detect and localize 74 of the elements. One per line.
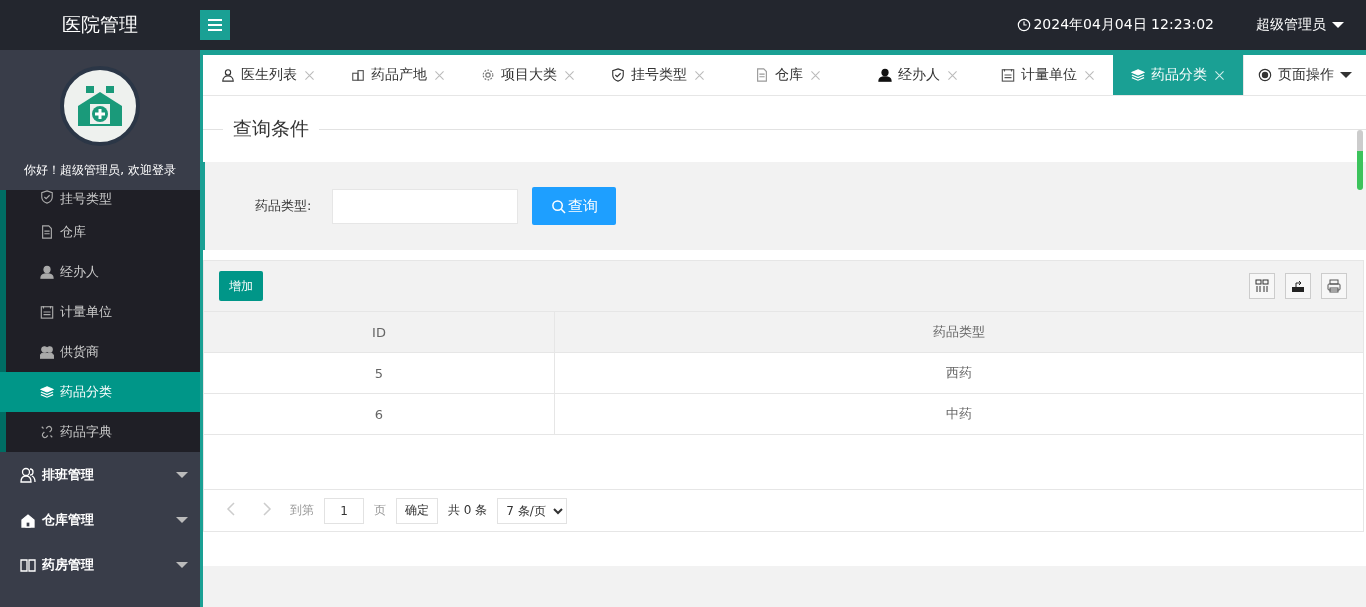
columns-button[interactable] <box>1249 273 1275 299</box>
user-menu[interactable]: 超级管理员 <box>1256 16 1344 34</box>
export-button[interactable] <box>1285 273 1311 299</box>
document-icon <box>754 68 769 82</box>
table-cell: 6 <box>204 393 555 435</box>
caret-icon <box>176 516 188 523</box>
radio-icon <box>1258 68 1272 82</box>
total-count: 共 0 条 <box>448 502 488 519</box>
chevron-right-icon <box>262 502 272 516</box>
sidebar-group[interactable]: 排班管理 <box>0 452 200 497</box>
input-field[interactable] <box>332 188 518 224</box>
caret-icon <box>176 471 188 478</box>
print-icon <box>1327 279 1341 293</box>
add-button[interactable]: 增加 <box>219 271 263 301</box>
menu-icon <box>208 19 222 31</box>
field-label: 药品类型: <box>255 197 313 215</box>
sidebar-item[interactable]: 经办人 <box>6 252 200 292</box>
date-time: 2024年04月04日 12:23:02 <box>1033 16 1214 34</box>
confirm-button[interactable]: 确定 <box>396 497 438 524</box>
close-icon <box>302 68 316 82</box>
close-icon <box>562 68 576 82</box>
person-icon <box>20 466 36 483</box>
document-icon <box>40 225 54 239</box>
person-icon <box>220 68 235 82</box>
shield-icon <box>610 68 625 82</box>
goto-label: 到第 <box>290 502 314 519</box>
column-header: 药品类型 <box>554 312 1363 353</box>
book-icon <box>20 556 36 573</box>
sidebar-item[interactable]: 供货商 <box>6 332 200 372</box>
sidebar-item[interactable]: 挂号类型 <box>6 190 200 212</box>
app-title: 医院管理 <box>61 12 139 37</box>
close-icon <box>692 68 706 82</box>
user-icon <box>40 265 54 279</box>
shield-icon <box>40 190 54 204</box>
print-button[interactable] <box>1321 273 1347 299</box>
broken-link-icon <box>40 425 54 439</box>
sidebar-group[interactable]: 仓库管理 <box>0 497 200 542</box>
clock-icon <box>1017 18 1032 32</box>
sidebar-item[interactable]: 计量单位 <box>6 292 200 332</box>
gear-icon <box>480 68 495 82</box>
table-cell: 西药 <box>554 352 1363 394</box>
table-cell: 5 <box>204 352 555 394</box>
page-size-select[interactable]: 7 条/页 <box>497 497 568 524</box>
search-icon <box>550 198 566 214</box>
close-icon <box>1082 68 1096 82</box>
sidebar-group[interactable]: 药房管理 <box>0 542 200 587</box>
calendar-icon <box>1000 68 1015 82</box>
user-icon <box>877 68 892 82</box>
menu-button[interactable] <box>200 10 230 40</box>
export-icon <box>1291 279 1305 293</box>
sidebar-item[interactable]: 药品分类 <box>0 372 200 412</box>
column-header: ID <box>204 312 555 353</box>
sidebar-item[interactable]: 仓库 <box>6 212 200 252</box>
caret-icon <box>1332 22 1344 28</box>
close-icon <box>945 68 959 82</box>
welcome-text: 你好！超级管理员, 欢迎登录 <box>24 162 176 179</box>
layers-icon <box>40 385 54 399</box>
scrollbar[interactable] <box>1357 130 1363 190</box>
columns-icon <box>1255 279 1269 293</box>
close-icon <box>432 68 446 82</box>
caret-icon <box>176 561 188 568</box>
caret-icon <box>1340 72 1352 78</box>
users-icon <box>40 345 54 359</box>
close-icon <box>1212 68 1226 82</box>
sidebar-item[interactable]: 药品字典 <box>6 412 200 452</box>
calendar-icon <box>40 305 54 319</box>
page-label: 页 <box>374 502 386 519</box>
close-icon <box>808 68 822 82</box>
section-title: 查询条件 <box>232 116 310 141</box>
chevron-left-icon <box>226 502 236 516</box>
table-cell: 中药 <box>554 393 1363 435</box>
layers-icon <box>1130 68 1145 82</box>
building-icon <box>350 68 365 82</box>
page-input[interactable]: 1 <box>324 497 364 524</box>
